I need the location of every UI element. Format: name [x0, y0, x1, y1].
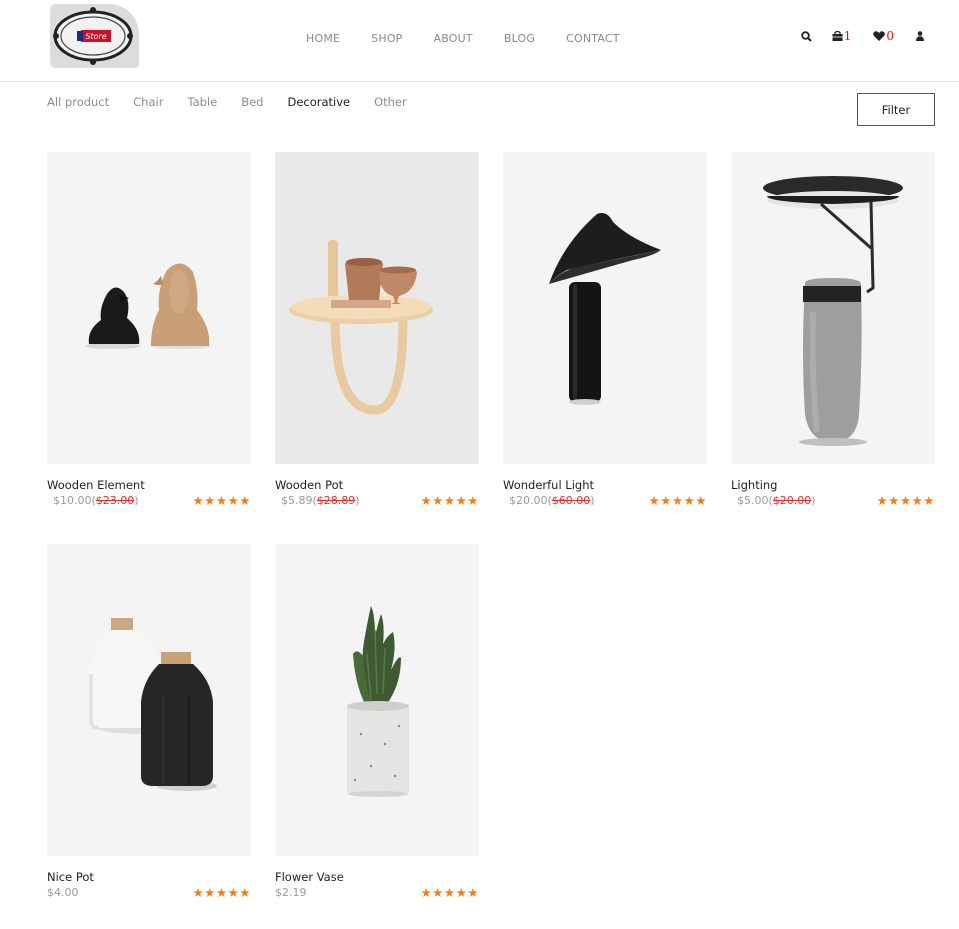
star-rating: ★★★★★	[876, 493, 935, 508]
product-name[interactable]: Nice Pot	[47, 870, 94, 884]
product-price: $5.00	[737, 494, 769, 507]
nav-blog[interactable]: BLOG	[504, 32, 535, 45]
product-card[interactable]: Lighting $5.00($20.00) ★★★★★	[731, 152, 935, 512]
category-decorative[interactable]: Decorative	[287, 95, 350, 109]
cart-button[interactable]: 1	[832, 29, 852, 43]
product-image[interactable]	[503, 152, 707, 464]
product-name[interactable]: Wonderful Light	[503, 478, 594, 492]
account-button[interactable]	[916, 31, 924, 41]
product-name[interactable]: Wooden Element	[47, 478, 145, 492]
product-image[interactable]	[47, 152, 251, 464]
user-icon	[916, 31, 924, 41]
product-price: $2.19	[275, 886, 307, 899]
product-card[interactable]: Wooden Pot $5.89($28.89) ★★★★★	[275, 152, 479, 512]
star-rating: ★★★★★	[192, 885, 251, 900]
store-logo[interactable]: Store	[50, 4, 139, 68]
category-bed[interactable]: Bed	[241, 95, 263, 109]
product-image[interactable]	[731, 152, 935, 464]
header-icons: 1 0	[783, 30, 924, 42]
product-card[interactable]: Wooden Element $10.00($23.00) ★★★★★	[47, 152, 251, 512]
category-all-product[interactable]: All product	[47, 95, 109, 109]
product-old-price: $23.00	[95, 494, 135, 507]
product-card[interactable]: Nice Pot $4.00 ★★★★★	[47, 544, 251, 904]
cart-count: 1	[843, 29, 852, 43]
product-card[interactable]: Wonderful Light $20.00($60.00) ★★★★★	[503, 152, 707, 512]
category-tabs: All product Chair Table Bed Decorative O…	[47, 95, 431, 109]
filter-button[interactable]: Filter	[857, 93, 935, 126]
product-image[interactable]	[47, 544, 251, 856]
product-price-block: $10.00($23.00)	[53, 494, 139, 507]
product-price: $5.89	[281, 494, 313, 507]
category-table[interactable]: Table	[187, 95, 217, 109]
main-nav: HOME SHOP ABOUT BLOG CONTACT	[306, 32, 651, 45]
search-icon	[801, 30, 812, 42]
product-name[interactable]: Flower Vase	[275, 870, 344, 884]
product-price: $20.00	[509, 494, 548, 507]
logo-text: Store	[85, 32, 106, 41]
product-image[interactable]	[275, 544, 479, 856]
star-rating: ★★★★★	[192, 493, 251, 508]
star-rating: ★★★★★	[648, 493, 707, 508]
product-old-price: $60.00	[551, 494, 591, 507]
site-header: Store HOME SHOP ABOUT BLOG CONTACT 1 0	[0, 0, 959, 82]
nav-home[interactable]: HOME	[306, 32, 340, 45]
product-name[interactable]: Lighting	[731, 478, 777, 492]
product-old-price: $28.89	[316, 494, 356, 507]
product-price: $4.00	[47, 886, 79, 899]
search-button[interactable]	[801, 30, 812, 42]
product-price-block: $20.00($60.00)	[509, 494, 595, 507]
wishlist-button[interactable]: 0	[873, 30, 894, 42]
nav-contact[interactable]: CONTACT	[566, 32, 620, 45]
star-rating: ★★★★★	[420, 493, 479, 508]
product-price-block: $5.00($20.00)	[737, 494, 816, 507]
nav-about[interactable]: ABOUT	[434, 32, 473, 45]
product-old-price: $20.00	[772, 494, 812, 507]
product-price-block: $5.89($28.89)	[281, 494, 360, 507]
product-name[interactable]: Wooden Pot	[275, 478, 343, 492]
nav-shop[interactable]: SHOP	[371, 32, 402, 45]
category-chair[interactable]: Chair	[133, 95, 163, 109]
product-image[interactable]	[275, 152, 479, 464]
heart-icon	[873, 31, 886, 41]
shopping-bag-icon	[832, 31, 843, 41]
wishlist-count: 0	[886, 29, 894, 43]
product-price: $10.00	[53, 494, 92, 507]
category-other[interactable]: Other	[374, 95, 407, 109]
star-rating: ★★★★★	[420, 885, 479, 900]
product-card[interactable]: Flower Vase $2.19 ★★★★★	[275, 544, 479, 904]
